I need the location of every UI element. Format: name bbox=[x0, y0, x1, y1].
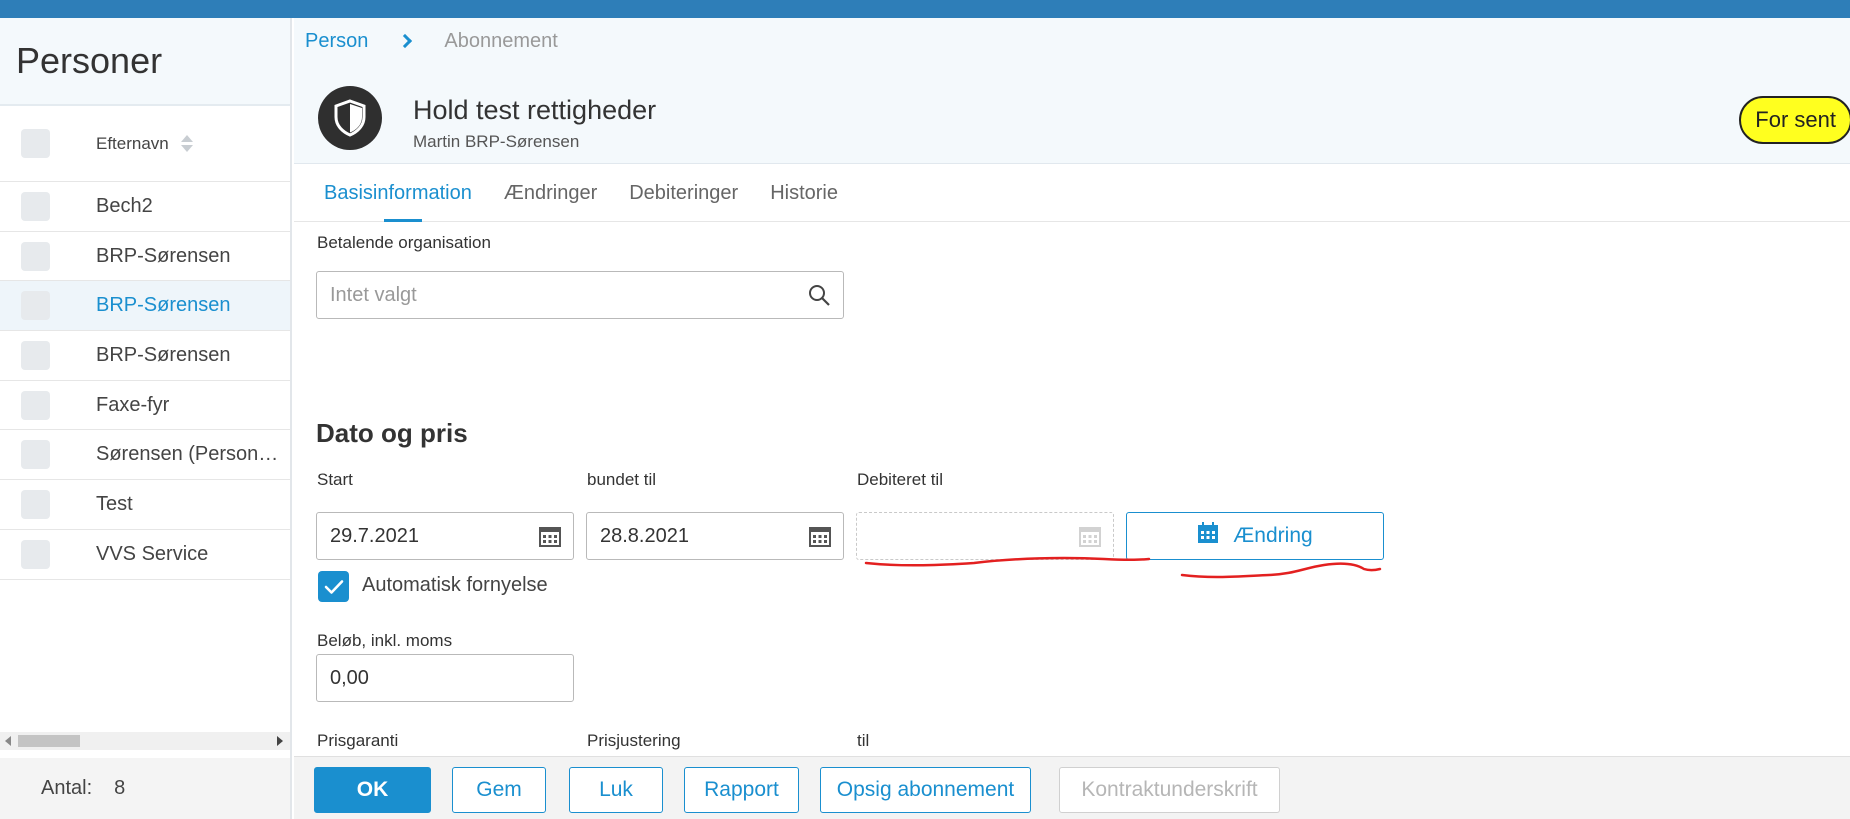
scrollbar-thumb[interactable] bbox=[18, 735, 80, 747]
count-value: 8 bbox=[114, 777, 126, 799]
calendar-icon[interactable] bbox=[809, 525, 831, 553]
panel-title: Personer bbox=[16, 40, 163, 81]
chevron-right-icon bbox=[398, 33, 413, 49]
list-item-label: BRP-Sørensen bbox=[96, 294, 231, 317]
annotation-underline bbox=[864, 556, 1382, 579]
breadcrumb-current: Abonnement bbox=[444, 29, 558, 52]
detail-header: Hold test rettigheder Martin BRP-Sørense… bbox=[294, 64, 1850, 164]
close-button[interactable]: Luk bbox=[569, 767, 663, 813]
row-checkbox[interactable] bbox=[21, 191, 50, 221]
list-item[interactable]: BRP-Sørensen bbox=[0, 331, 290, 381]
horizontal-scrollbar[interactable] bbox=[0, 732, 290, 750]
person-list: Bech2 BRP-Sørensen BRP-Sørensen BRP-Søre… bbox=[0, 182, 290, 580]
list-item-label: Bech2 bbox=[96, 194, 153, 217]
calendar-icon bbox=[1197, 522, 1219, 550]
section-title: Dato og pris bbox=[316, 418, 468, 448]
sort-icon[interactable] bbox=[180, 135, 193, 152]
count-label: Antal: bbox=[41, 777, 93, 799]
tab-debiteringer[interactable]: Debiteringer bbox=[629, 164, 738, 221]
amount-label: Beløb, inkl. moms bbox=[317, 631, 453, 650]
list-item[interactable]: VVS Service bbox=[0, 530, 290, 580]
list-item[interactable]: Faxe-fyr bbox=[0, 381, 290, 431]
start-date-field[interactable]: 29.7.2021 bbox=[316, 512, 574, 560]
tab-historie[interactable]: Historie bbox=[770, 164, 838, 221]
search-icon[interactable] bbox=[807, 283, 831, 313]
bound-date-value: 28.8.2021 bbox=[600, 524, 689, 547]
auto-renew-label: Automatisk fornyelse bbox=[362, 574, 548, 596]
action-bar: OK Gem Luk Rapport Opsig abonnement Kont… bbox=[294, 756, 1850, 819]
person-list-header: Personer bbox=[0, 18, 290, 106]
auto-renew-checkbox[interactable] bbox=[318, 571, 349, 602]
price-adjust-label: Prisjustering bbox=[587, 731, 681, 750]
list-item[interactable]: Bech2 bbox=[0, 182, 290, 232]
subscription-detail: Person Abonnement Hold test rettigheder … bbox=[294, 18, 1850, 819]
page-title: Hold test rettigheder bbox=[413, 95, 657, 125]
person-list-panel: Personer Efternavn Bech2 BRP-Sørensen BR… bbox=[0, 18, 292, 819]
until-label: til bbox=[857, 731, 870, 750]
amount-value: 0,00 bbox=[330, 666, 369, 689]
row-checkbox[interactable] bbox=[21, 539, 50, 569]
list-item[interactable]: BRP-Sørensen bbox=[0, 232, 290, 282]
tab-aendringer[interactable]: Ændringer bbox=[504, 164, 597, 221]
select-all-checkbox[interactable] bbox=[21, 129, 50, 158]
list-item-label: Faxe-fyr bbox=[96, 393, 170, 416]
shield-icon bbox=[318, 86, 382, 150]
scroll-left-icon[interactable] bbox=[5, 736, 11, 746]
calendar-icon[interactable] bbox=[539, 525, 561, 553]
list-count: Antal: 8 bbox=[0, 758, 290, 819]
breadcrumb: Person Abonnement bbox=[294, 18, 1850, 64]
row-checkbox[interactable] bbox=[21, 390, 50, 420]
form-content: Betalende organisation Intet valgt Dato … bbox=[294, 223, 1850, 756]
list-item[interactable]: Test bbox=[0, 480, 290, 530]
list-item-label: VVS Service bbox=[96, 542, 209, 565]
row-checkbox[interactable] bbox=[21, 340, 50, 370]
status-badge: For sent bbox=[1739, 96, 1850, 144]
price-guarantee-label: Prisgaranti bbox=[317, 731, 399, 750]
org-search-input[interactable]: Intet valgt bbox=[316, 271, 844, 319]
list-item[interactable]: Sørensen (Person… bbox=[0, 430, 290, 481]
list-item-label: BRP-Sørensen bbox=[96, 244, 231, 267]
start-label: Start bbox=[317, 470, 353, 489]
row-checkbox[interactable] bbox=[21, 291, 50, 321]
column-header-row: Efternavn bbox=[0, 106, 290, 182]
contract-signature-button: Kontraktunderskrift bbox=[1059, 767, 1280, 813]
org-label: Betalende organisation bbox=[317, 233, 491, 252]
bound-label: bundet til bbox=[587, 470, 656, 489]
org-placeholder: Intet valgt bbox=[330, 283, 417, 306]
cancel-subscription-button[interactable]: Opsig abonnement bbox=[820, 767, 1031, 813]
tab-bar: Basisinformation Ændringer Debiteringer … bbox=[294, 164, 1850, 222]
amount-field[interactable]: 0,00 bbox=[316, 654, 574, 702]
list-item-label: BRP-Sørensen bbox=[96, 343, 231, 366]
breadcrumb-person-link[interactable]: Person bbox=[305, 30, 368, 53]
scroll-right-icon[interactable] bbox=[277, 736, 283, 746]
start-date-value: 29.7.2021 bbox=[330, 524, 419, 547]
column-header-lastname[interactable]: Efternavn bbox=[96, 134, 169, 154]
list-item-selected[interactable]: BRP-Sørensen bbox=[0, 281, 290, 332]
tab-basisinformation[interactable]: Basisinformation bbox=[324, 164, 472, 222]
report-button[interactable]: Rapport bbox=[684, 767, 799, 813]
page-subtitle: Martin BRP-Sørensen bbox=[413, 132, 580, 151]
debited-label: Debiteret til bbox=[857, 470, 943, 489]
row-checkbox[interactable] bbox=[21, 440, 50, 470]
ok-button[interactable]: OK bbox=[314, 767, 431, 813]
save-button[interactable]: Gem bbox=[452, 767, 546, 813]
list-item-label: Sørensen (Person… bbox=[96, 443, 279, 466]
calendar-icon bbox=[1079, 525, 1101, 553]
change-button-label: Ændring bbox=[1233, 524, 1313, 547]
top-bar bbox=[0, 0, 1850, 18]
row-checkbox[interactable] bbox=[21, 241, 50, 271]
bound-date-field[interactable]: 28.8.2021 bbox=[586, 512, 844, 560]
list-item-label: Test bbox=[96, 492, 133, 515]
row-checkbox[interactable] bbox=[21, 489, 50, 519]
